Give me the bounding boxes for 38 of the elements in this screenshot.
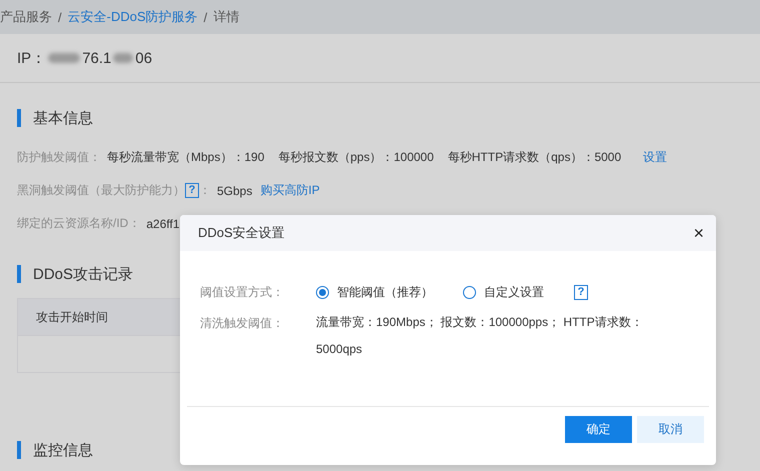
column-header: 攻击开始时间	[36, 308, 108, 326]
field-label: 绑定的云资源名称/ID：	[17, 215, 140, 232]
redacted-value-icon	[113, 53, 134, 63]
ip-value: 06	[135, 50, 152, 66]
field-value: 流量带宽：190Mbps； 报文数：100000pps； HTTP请求数：5000qps	[316, 314, 644, 358]
breadcrumb-item: 详情	[213, 8, 240, 26]
radio-icon[interactable]	[316, 286, 329, 299]
breadcrumb-separator: /	[58, 10, 62, 24]
settings-link[interactable]: 设置	[643, 149, 668, 166]
redacted-value-icon	[48, 53, 80, 63]
radio-icon[interactable]	[463, 286, 476, 299]
cancel-button[interactable]: 取消	[637, 416, 704, 443]
threshold-value: 每秒流量带宽（Mbps）：190	[107, 149, 264, 166]
field-value: 5Gbps	[217, 184, 252, 198]
field-label: 黑洞触发阈值（最大防护能力）	[17, 182, 185, 199]
ip-value: 76.1	[82, 50, 112, 66]
section-title: 基本信息	[33, 108, 93, 128]
help-icon[interactable]: ?	[574, 285, 588, 300]
dialog-title: DDoS安全设置	[198, 224, 285, 242]
breadcrumb-item: 产品服务	[0, 8, 52, 26]
field-label: 防护触发阈值：	[17, 149, 101, 166]
radio-option[interactable]: 智能阈值（推荐）	[316, 284, 433, 301]
section-title: 监控信息	[33, 440, 93, 460]
colon: ：	[199, 182, 211, 199]
confirm-button[interactable]: 确定	[565, 416, 632, 443]
field-label: 阈值设置方式：	[200, 284, 285, 301]
ip-label: IP：	[17, 48, 46, 68]
field-label: 清洗触发阈值：	[200, 315, 285, 332]
breadcrumb-item[interactable]: 云安全-DDoS防护服务	[68, 8, 198, 26]
buy-link[interactable]: 购买高防IP	[260, 182, 320, 199]
field-value: a26ff1	[146, 216, 180, 230]
help-icon[interactable]: ?	[185, 183, 199, 198]
section-title: DDoS攻击记录	[33, 264, 134, 284]
breadcrumb-separator: /	[204, 10, 208, 24]
threshold-value: 每秒HTTP请求数（qps）：5000	[448, 149, 622, 166]
radio-option[interactable]: 自定义设置	[463, 284, 544, 301]
close-button[interactable]: ×	[693, 224, 704, 242]
threshold-value: 每秒报文数（pps）：100000	[278, 149, 434, 166]
